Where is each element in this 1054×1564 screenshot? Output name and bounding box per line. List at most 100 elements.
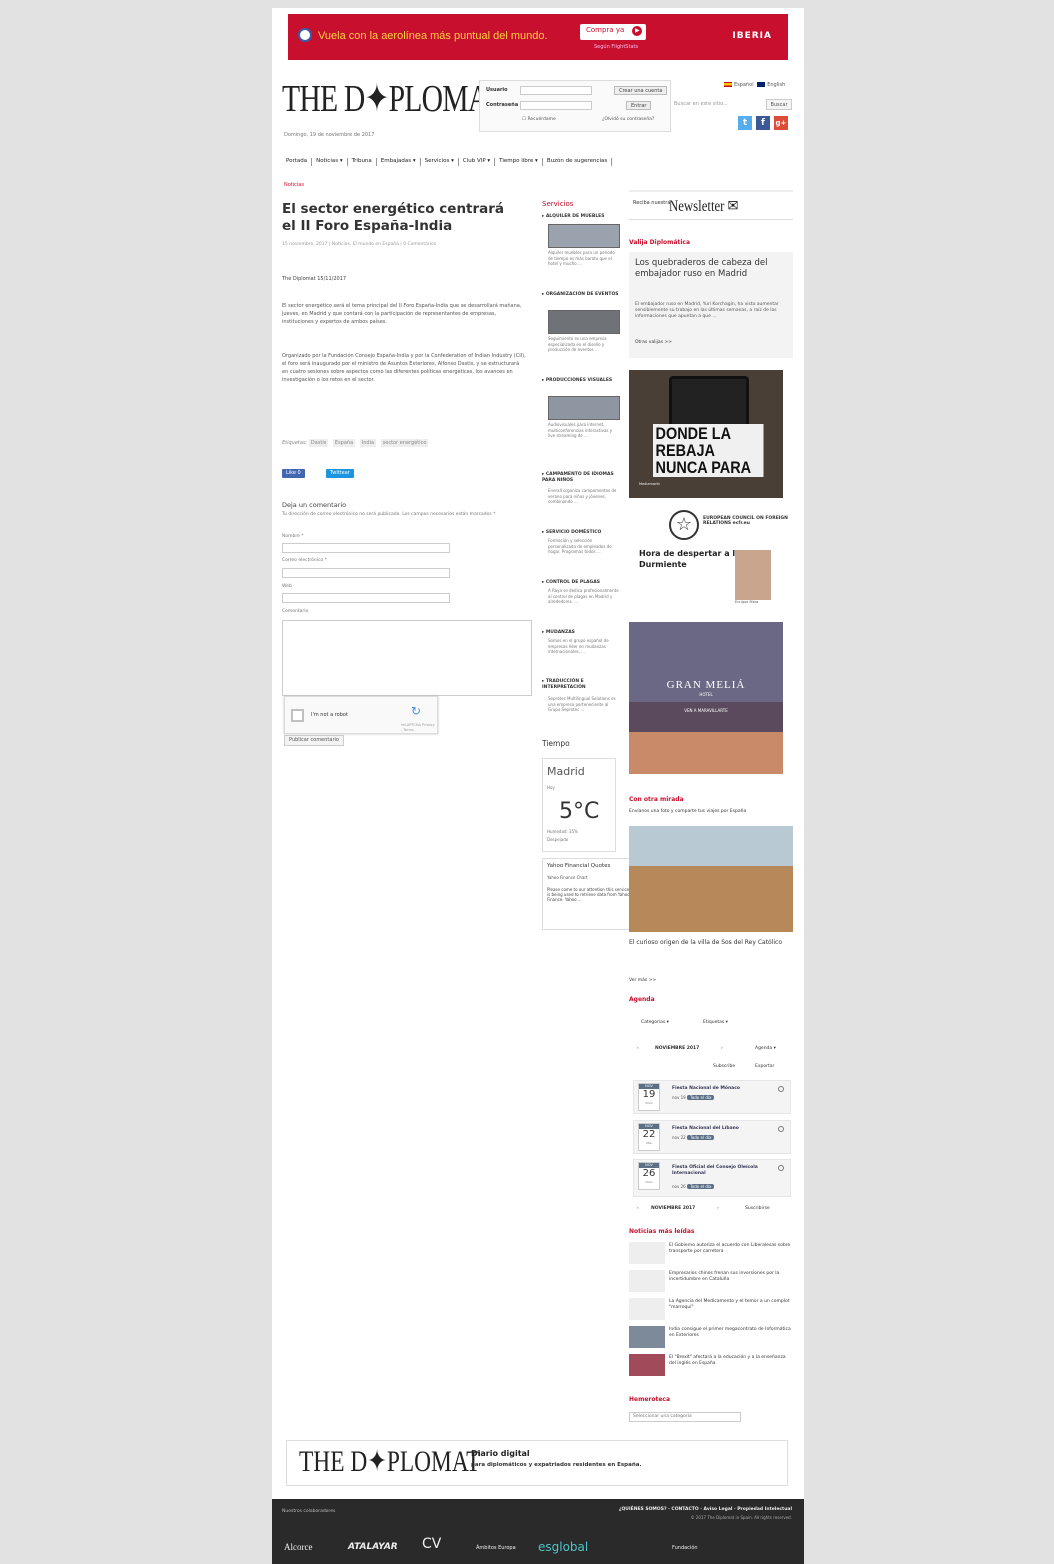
password-input[interactable]: [520, 101, 592, 110]
agenda-subscribe-top[interactable]: Subscribe: [713, 1064, 735, 1077]
nav-tiempo-libre[interactable]: Tiempo libre ▾: [495, 158, 543, 166]
iberia-banner-ad[interactable]: Vuela con la aerolínea más puntual del m…: [288, 14, 788, 60]
most-read-title[interactable]: Empresarios chinos frenan sus inversione…: [669, 1271, 791, 1283]
tag[interactable]: Dastis: [308, 439, 329, 447]
facebook-like-button[interactable]: Like 0: [282, 469, 305, 478]
nav-buzon[interactable]: Buzón de sugerencias: [543, 158, 613, 166]
service-title[interactable]: ▸ ALQUILER DE MUEBLES: [542, 214, 622, 220]
newsletter-signup[interactable]: Reciba nuestra Newsletter ✉: [629, 190, 793, 220]
nav-embajadas[interactable]: Embajadas ▾: [377, 158, 421, 166]
see-more-link[interactable]: Ver más >>: [629, 978, 656, 984]
valija-title[interactable]: Los quebraderos de cabeza del embajador …: [635, 258, 787, 280]
banner-cta-button[interactable]: Compra ya: [580, 24, 647, 40]
googleplus-icon[interactable]: g+: [774, 116, 788, 130]
village-photo[interactable]: [629, 826, 793, 932]
event-title[interactable]: Fiesta Nacional de Mónaco: [672, 1086, 776, 1092]
agenda-month[interactable]: NOVIEMBRE 2017: [655, 1046, 699, 1059]
web-input[interactable]: [282, 593, 450, 603]
agenda-event[interactable]: NOV 26 Dom Fiesta Oficial del Consejo Oleí…: [633, 1159, 791, 1197]
agenda-categories[interactable]: Categorías ▾: [641, 1020, 669, 1033]
service-title[interactable]: ▸ ORGANIZACIÓN DE EVENTOS: [542, 292, 622, 298]
agenda-event[interactable]: NOV 22 Mié Fiesta Nacional del Líbano nov …: [633, 1120, 791, 1154]
twitter-icon[interactable]: t: [738, 116, 752, 130]
user-input[interactable]: [520, 86, 592, 95]
most-read-item[interactable]: El "Brexit" afectará a la educación y a …: [629, 1354, 793, 1378]
agenda-view[interactable]: Agenda ▾: [755, 1046, 776, 1059]
partner-logo[interactable]: esglobal: [538, 1539, 588, 1555]
footer-logo[interactable]: THE D✦PLOMAT: [299, 1447, 480, 1477]
spain-flag-icon[interactable]: [724, 82, 732, 87]
service-title[interactable]: ▸ CAMPAMENTO DE IDIOMAS PARA NIÑOS: [542, 472, 622, 484]
email-input[interactable]: [282, 568, 450, 578]
facebook-icon[interactable]: f: [756, 116, 770, 130]
agenda-prev-bottom[interactable]: ‹: [637, 1206, 639, 1219]
partner-logo[interactable]: Fundación: [672, 1545, 698, 1552]
ad-rebaja-sub: Mediamarkt: [639, 482, 660, 486]
mediamarkt-ad[interactable]: DONDE LA REBAJA NUNCA PARA Mediamarkt: [629, 370, 783, 498]
most-read-item[interactable]: Empresarios chinos frenan sus inversione…: [629, 1270, 793, 1294]
agenda-event[interactable]: NOV 19 Dom Fiesta Nacional de Mónaco nov 1…: [633, 1080, 791, 1114]
footer-links[interactable]: ¿QUIÉNES SOMOS? · CONTACTO · Aviso Legal…: [619, 1507, 792, 1513]
gran-melia-ad[interactable]: GRAN MELIÁ HOTEL VEN A MARAVILLARTE: [629, 622, 783, 774]
most-read-title[interactable]: La Agencia del Medicamento y el temor a …: [669, 1299, 791, 1311]
tag[interactable]: España: [332, 439, 356, 447]
nav-portada[interactable]: Portada: [282, 158, 313, 166]
partner-logo[interactable]: ATALAYAR: [348, 1541, 398, 1553]
agenda-prev[interactable]: ‹: [637, 1046, 639, 1059]
agenda-month-bottom[interactable]: NOVIEMBRE 2017: [651, 1206, 695, 1219]
yahoo-heading: Yahoo Financial Quotes: [547, 863, 611, 869]
event-title[interactable]: Fiesta Oficial del Consejo Oleícola Inte…: [672, 1165, 776, 1177]
agenda-next-bottom[interactable]: ›: [717, 1206, 719, 1219]
tag[interactable]: sector energético: [380, 439, 429, 447]
partner-logo[interactable]: CV: [422, 1535, 441, 1554]
service-image[interactable]: [548, 396, 620, 420]
name-input[interactable]: [282, 543, 450, 553]
service-image[interactable]: [548, 310, 620, 334]
service-title[interactable]: ▸ SERVICIO DOMÉSTICO: [542, 530, 622, 536]
nav-noticias[interactable]: Noticias ▾: [312, 158, 348, 166]
thumb: [629, 1354, 665, 1376]
search-button[interactable]: Buscar: [766, 99, 792, 110]
agenda-tags[interactable]: Etiquetas ▾: [703, 1020, 728, 1033]
uk-flag-icon[interactable]: [757, 82, 766, 87]
search-input[interactable]: Buscar en este sitio...: [672, 100, 758, 109]
most-read-title[interactable]: El Gobierno autoriza el acuerdo con Libe…: [669, 1243, 791, 1255]
photo-caption[interactable]: El curioso origen de la villa de Sos del…: [629, 939, 793, 947]
tweet-button[interactable]: Twittear: [326, 469, 354, 478]
most-read-item[interactable]: India consigue el primer megacontrato de…: [629, 1326, 793, 1350]
partner-logo[interactable]: Ámbitos Europa: [476, 1545, 516, 1552]
tag[interactable]: India: [359, 439, 377, 447]
forgot-password-link[interactable]: ¿Olvidó su contraseña?: [602, 117, 654, 123]
hemeroteca-select[interactable]: Seleccionar una categoría: [629, 1412, 741, 1422]
service-title[interactable]: ▸ CONTROL DE PLAGAS: [542, 580, 622, 586]
service-title[interactable]: ▸ TRADUCCIÓN E INTERPRETACIÓN: [542, 679, 622, 691]
most-read-title[interactable]: El "Brexit" afectará a la educación y a …: [669, 1355, 791, 1367]
lang-en[interactable]: English: [767, 82, 785, 88]
submit-comment-button[interactable]: Publicar comentario: [284, 735, 344, 746]
ecfr-ad[interactable]: ☆ EUROPEAN COUNCIL ON FOREIGN RELATIONS …: [629, 508, 793, 612]
most-read-item[interactable]: El Gobierno autoriza el acuerdo con Libe…: [629, 1242, 793, 1266]
nav-servicios[interactable]: Servicios ▾: [421, 158, 459, 166]
event-title[interactable]: Fiesta Nacional del Líbano: [672, 1126, 776, 1132]
service-title[interactable]: ▸ PRODUCCIONES VISUALES: [542, 378, 622, 384]
valija-more-link[interactable]: Otras valijas >>: [635, 340, 672, 346]
login-button[interactable]: Entrar: [626, 101, 652, 110]
breadcrumb[interactable]: Noticias: [284, 182, 304, 189]
recaptcha-privacy[interactable]: reCAPTCHA Privacy - Terms: [401, 723, 437, 732]
partner-logo[interactable]: Alcorce: [284, 1541, 312, 1553]
most-read-title[interactable]: India consigue el primer megacontrato de…: [669, 1327, 791, 1339]
lang-es[interactable]: Español: [734, 82, 754, 88]
agenda-next[interactable]: ›: [721, 1046, 723, 1059]
service-title[interactable]: ▸ MUDANZAS: [542, 630, 622, 636]
create-account-button[interactable]: Crear una cuenta: [614, 86, 668, 95]
agenda-export[interactable]: Exportar: [755, 1064, 774, 1077]
service-image[interactable]: [548, 224, 620, 248]
agenda-subscribe[interactable]: Suscribirse: [745, 1206, 770, 1219]
recaptcha-checkbox[interactable]: [291, 709, 304, 722]
most-read-item[interactable]: La Agencia del Medicamento y el temor a …: [629, 1298, 793, 1322]
comment-textarea[interactable]: [282, 620, 532, 696]
site-logo[interactable]: THE D✦PLOMAT: [282, 80, 503, 118]
nav-tribuna[interactable]: Tribuna: [348, 158, 377, 166]
remember-checkbox[interactable]: ☐ Recuérdame: [522, 117, 556, 123]
nav-club-vip[interactable]: Club VIP ▾: [459, 158, 496, 166]
